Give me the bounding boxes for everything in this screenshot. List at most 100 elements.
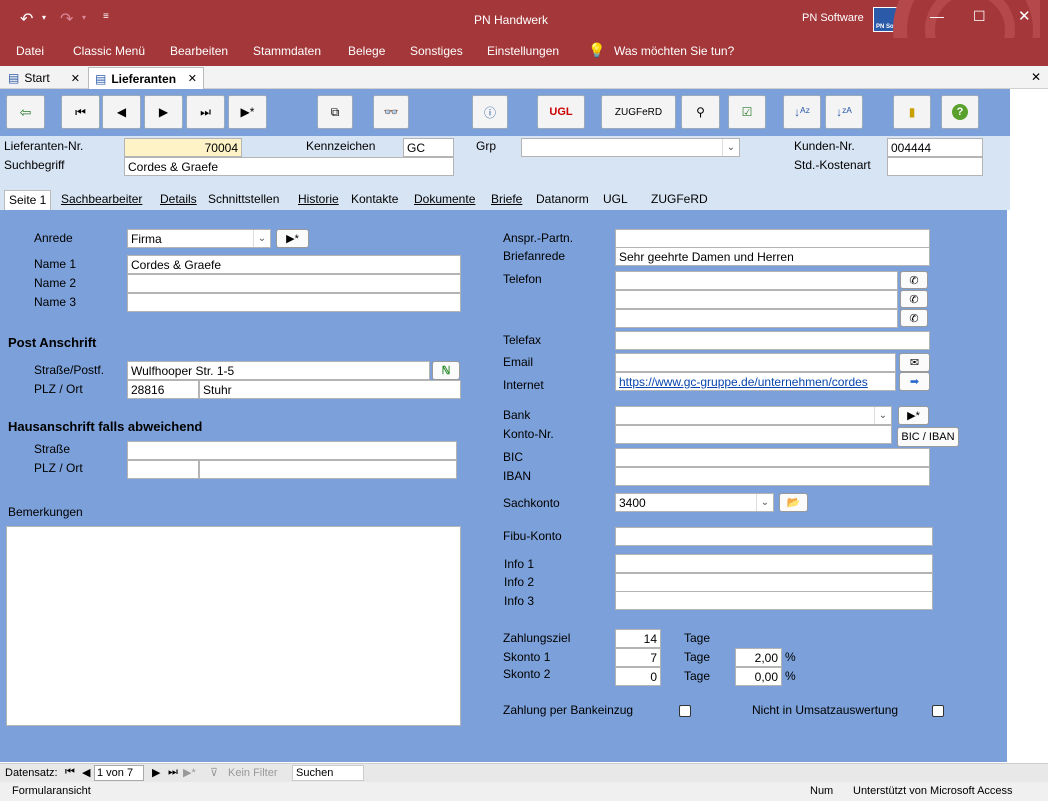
- call-phone2-button[interactable]: ✆: [900, 290, 928, 308]
- tab-seite-1[interactable]: Seite 1: [4, 190, 52, 210]
- bic-field[interactable]: [615, 448, 930, 467]
- tab-kontakte[interactable]: Kontakte: [347, 190, 402, 210]
- email-field[interactable]: [615, 353, 896, 372]
- sort-asc-button[interactable]: ↓ᴬᶻ: [783, 95, 821, 129]
- tab-sachbearbeiter[interactable]: Sachbearbeiter: [57, 190, 146, 210]
- tab-ugl[interactable]: UGL: [599, 190, 632, 210]
- map-button[interactable]: ℕ: [432, 361, 460, 380]
- tab-details[interactable]: Details: [156, 190, 201, 210]
- account-field[interactable]: [615, 425, 892, 444]
- open-web-button[interactable]: ➡: [899, 372, 930, 391]
- customize-qat-icon[interactable]: ≡: [103, 11, 109, 22]
- call-phone3-button[interactable]: ✆: [900, 309, 928, 327]
- menu-bearbeiten[interactable]: Bearbeiten: [170, 44, 228, 58]
- first-record-button[interactable]: ⏮: [61, 95, 100, 129]
- chevron-down-icon[interactable]: ⌄: [253, 230, 270, 247]
- fax-field[interactable]: [615, 331, 930, 350]
- zugferd-button[interactable]: ZUGFeRD: [601, 95, 676, 129]
- customer-no-field[interactable]: 004444: [887, 138, 983, 157]
- menu-sonstiges[interactable]: Sonstiges: [410, 44, 463, 58]
- info1-field[interactable]: [615, 554, 933, 573]
- house-zip-field[interactable]: [127, 460, 199, 479]
- name1-field[interactable]: Cordes & Graefe: [127, 255, 461, 274]
- call-phone1-button[interactable]: ✆: [900, 271, 928, 289]
- tab-start[interactable]: ▤ Start ✕: [2, 67, 86, 89]
- house-street-field[interactable]: [127, 441, 457, 460]
- ugl-button[interactable]: UGL: [537, 95, 585, 129]
- prev-record-button[interactable]: ◀: [102, 95, 141, 129]
- last-record-icon[interactable]: ⏭: [168, 766, 178, 779]
- supplier-no-field[interactable]: 70004: [124, 138, 242, 157]
- tab-zugferd[interactable]: ZUGFeRD: [647, 190, 709, 210]
- record-position-field[interactable]: 1 von 7: [94, 765, 144, 781]
- filter-status[interactable]: Kein Filter: [228, 767, 278, 779]
- iban-field[interactable]: [615, 467, 930, 486]
- close-document-icon[interactable]: ✕: [1031, 70, 1041, 84]
- new-bank-button[interactable]: ▶*: [898, 406, 929, 425]
- info-button[interactable]: ⓘ: [472, 95, 508, 129]
- exclude-sales-checkbox[interactable]: [932, 705, 944, 717]
- exit-button[interactable]: ⇦: [6, 95, 45, 129]
- new-salutation-button[interactable]: ▶*: [276, 229, 309, 248]
- redo-icon[interactable]: ↷: [60, 9, 73, 29]
- search-button[interactable]: 👓: [373, 95, 409, 129]
- close-tab-icon[interactable]: ✕: [71, 72, 80, 85]
- terms-field[interactable]: 14: [615, 629, 661, 648]
- menu-belege[interactable]: Belege: [348, 44, 385, 58]
- discount2-percent-field[interactable]: 0,00: [735, 667, 782, 686]
- zip-field[interactable]: 28816: [127, 380, 199, 399]
- prev-record-icon[interactable]: ◀: [82, 766, 90, 779]
- checklist-button[interactable]: ☑: [728, 95, 766, 129]
- delete-button[interactable]: ▮: [893, 95, 931, 129]
- first-record-icon[interactable]: ⏮: [65, 766, 75, 779]
- city-field[interactable]: Stuhr: [199, 380, 461, 399]
- close-window-icon[interactable]: ✕: [1018, 7, 1031, 25]
- remarks-textarea[interactable]: [6, 526, 461, 726]
- menu-classic[interactable]: Classic Menü: [73, 44, 145, 58]
- fibu-field[interactable]: [615, 527, 933, 546]
- tell-me-search[interactable]: Was möchten Sie tun?: [614, 44, 734, 58]
- name2-field[interactable]: [127, 274, 461, 293]
- tab-datanorm[interactable]: Datanorm: [532, 190, 593, 210]
- tab-schnittstellen[interactable]: Schnittstellen: [204, 190, 283, 210]
- code-field[interactable]: GC: [403, 138, 454, 157]
- contact-field[interactable]: [615, 229, 930, 248]
- tab-briefe[interactable]: Briefe: [487, 190, 526, 210]
- undo-dropdown-icon[interactable]: ▾: [42, 13, 46, 22]
- phone3-field[interactable]: [615, 309, 898, 328]
- street-field[interactable]: Wulfhooper Str. 1-5: [127, 361, 430, 380]
- menu-einstellungen[interactable]: Einstellungen: [487, 44, 559, 58]
- group-select[interactable]: ⌄: [521, 138, 740, 157]
- ledger-select[interactable]: 3400 ⌄: [615, 493, 774, 512]
- close-tab-icon[interactable]: ✕: [188, 72, 197, 85]
- menu-stammdaten[interactable]: Stammdaten: [253, 44, 321, 58]
- bic-iban-button[interactable]: BIC / IBAN: [897, 427, 959, 447]
- maximize-icon[interactable]: ☐: [973, 8, 986, 25]
- phone1-field[interactable]: [615, 271, 898, 290]
- bank-select[interactable]: ⌄: [615, 406, 892, 425]
- house-city-field[interactable]: [199, 460, 457, 479]
- send-email-button[interactable]: ✉: [899, 353, 930, 372]
- menu-datei[interactable]: Datei: [16, 44, 44, 58]
- letter-salutation-field[interactable]: Sehr geehrte Damen und Herren: [615, 247, 930, 266]
- cost-type-field[interactable]: [887, 157, 983, 176]
- web-field[interactable]: https://www.gc-gruppe.de/unternehmen/cor…: [615, 372, 896, 391]
- new-record-nav-icon[interactable]: ▶*: [183, 766, 196, 779]
- new-record-button[interactable]: ▶*: [228, 95, 267, 129]
- undo-icon[interactable]: ↶: [20, 9, 33, 29]
- tab-historie[interactable]: Historie: [294, 190, 343, 210]
- tab-dokumente[interactable]: Dokumente: [410, 190, 479, 210]
- chevron-down-icon[interactable]: ⌄: [722, 139, 739, 156]
- discount1-days-field[interactable]: 7: [615, 648, 661, 667]
- sort-desc-button[interactable]: ↓ᶻᴬ: [825, 95, 863, 129]
- link-button[interactable]: ⚲: [681, 95, 720, 129]
- last-record-button[interactable]: ⏭: [186, 95, 225, 129]
- next-record-button[interactable]: ▶: [144, 95, 183, 129]
- search-term-field[interactable]: Cordes & Graefe: [124, 157, 454, 176]
- open-ledger-button[interactable]: 📂: [779, 493, 808, 512]
- minimize-icon[interactable]: —: [930, 8, 944, 24]
- phone2-field[interactable]: [615, 290, 898, 309]
- info2-field[interactable]: [615, 573, 933, 592]
- tab-lieferanten[interactable]: ▤ Lieferanten ✕: [88, 67, 204, 89]
- info3-field[interactable]: [615, 591, 933, 610]
